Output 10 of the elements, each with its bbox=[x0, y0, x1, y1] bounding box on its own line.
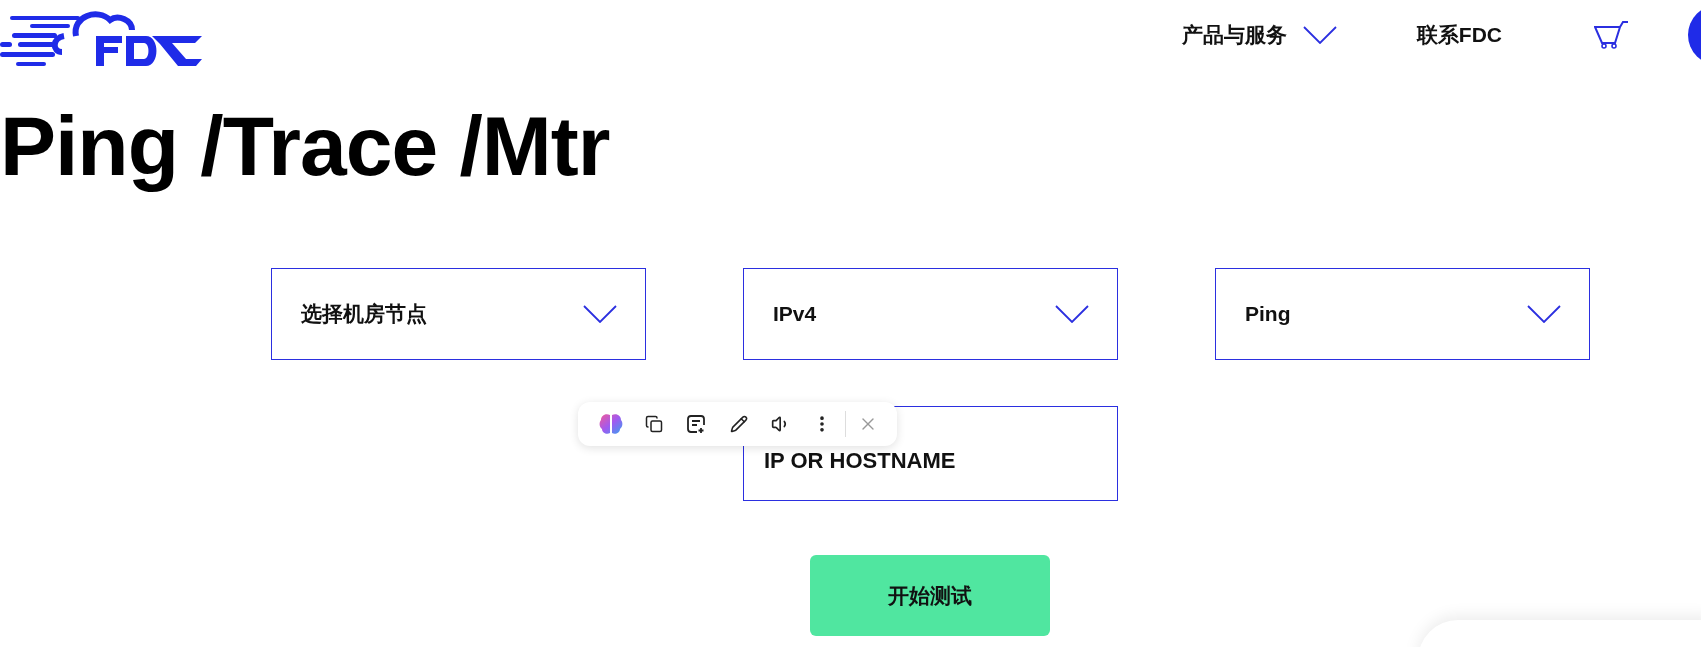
start-test-button[interactable]: 开始测试 bbox=[810, 555, 1050, 636]
nav-link[interactable]: 联系FDC bbox=[1416, 21, 1502, 49]
chevron-down-icon bbox=[1527, 305, 1561, 323]
dropdown-select[interactable]: IPv4 bbox=[743, 268, 1118, 360]
cart-icon[interactable] bbox=[1594, 21, 1630, 49]
chevron-down-icon bbox=[583, 305, 617, 323]
chevron-down-icon bbox=[1055, 305, 1089, 323]
dropdown-select[interactable]: Ping bbox=[1215, 268, 1590, 360]
dropdown-select[interactable]: 选择机房节点 bbox=[271, 268, 646, 360]
nav-link[interactable]: 产品与服务 bbox=[1181, 21, 1337, 49]
